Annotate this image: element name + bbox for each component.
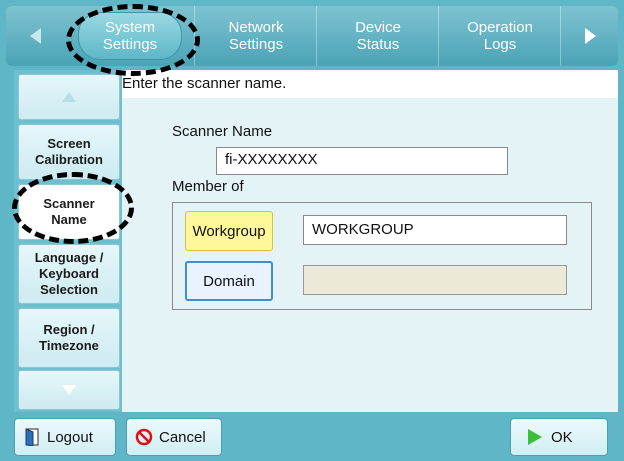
logout-icon xyxy=(23,428,41,446)
logout-button[interactable]: Logout xyxy=(14,418,116,456)
tab-scroll-left-button[interactable] xyxy=(6,6,66,66)
triangle-left-icon xyxy=(30,28,41,44)
sidebar: Screen Calibration Scanner Name Language… xyxy=(14,70,122,412)
sidebar-item-region-timezone[interactable]: Region / Timezone xyxy=(18,308,120,368)
play-arrow-icon xyxy=(525,427,545,447)
domain-button[interactable]: Domain xyxy=(185,261,273,301)
sidebar-item-screen-calibration[interactable]: Screen Calibration xyxy=(18,124,120,180)
main-panel: Enter the scanner name. Scanner Name fi-… xyxy=(122,70,618,412)
sidebar-item-scanner-name[interactable]: Scanner Name xyxy=(18,184,120,240)
domain-field xyxy=(303,265,567,295)
tab-scroll-right-button[interactable] xyxy=(560,6,619,66)
ok-button[interactable]: OK xyxy=(510,418,608,456)
tab-network-settings[interactable]: Network Settings xyxy=(194,6,317,66)
tab-device-status[interactable]: Device Status xyxy=(316,6,439,66)
prohibited-icon xyxy=(135,428,153,446)
instruction-text: Enter the scanner name. xyxy=(122,70,618,98)
sidebar-item-language-keyboard[interactable]: Language / Keyboard Selection xyxy=(18,244,120,304)
scanner-name-label: Scanner Name xyxy=(172,123,273,140)
tab-system-settings[interactable]: System Settings xyxy=(66,6,194,66)
triangle-down-icon xyxy=(62,385,76,395)
scanner-name-field[interactable]: fi-XXXXXXXX xyxy=(216,147,508,175)
app-frame: System Settings Network Settings Device … xyxy=(0,0,624,461)
triangle-right-icon xyxy=(585,28,596,44)
sidebar-scroll-down-button[interactable] xyxy=(18,370,120,410)
top-tab-bar: System Settings Network Settings Device … xyxy=(6,6,618,66)
sidebar-scroll-up-button[interactable] xyxy=(18,74,120,120)
tab-operation-logs[interactable]: Operation Logs xyxy=(438,6,561,66)
cancel-button[interactable]: Cancel xyxy=(126,418,222,456)
member-of-group: Workgroup WORKGROUP Domain xyxy=(172,202,592,310)
workgroup-field[interactable]: WORKGROUP xyxy=(303,215,567,245)
workgroup-button[interactable]: Workgroup xyxy=(185,211,273,251)
triangle-up-icon xyxy=(62,92,76,102)
member-of-label: Member of xyxy=(172,178,244,195)
